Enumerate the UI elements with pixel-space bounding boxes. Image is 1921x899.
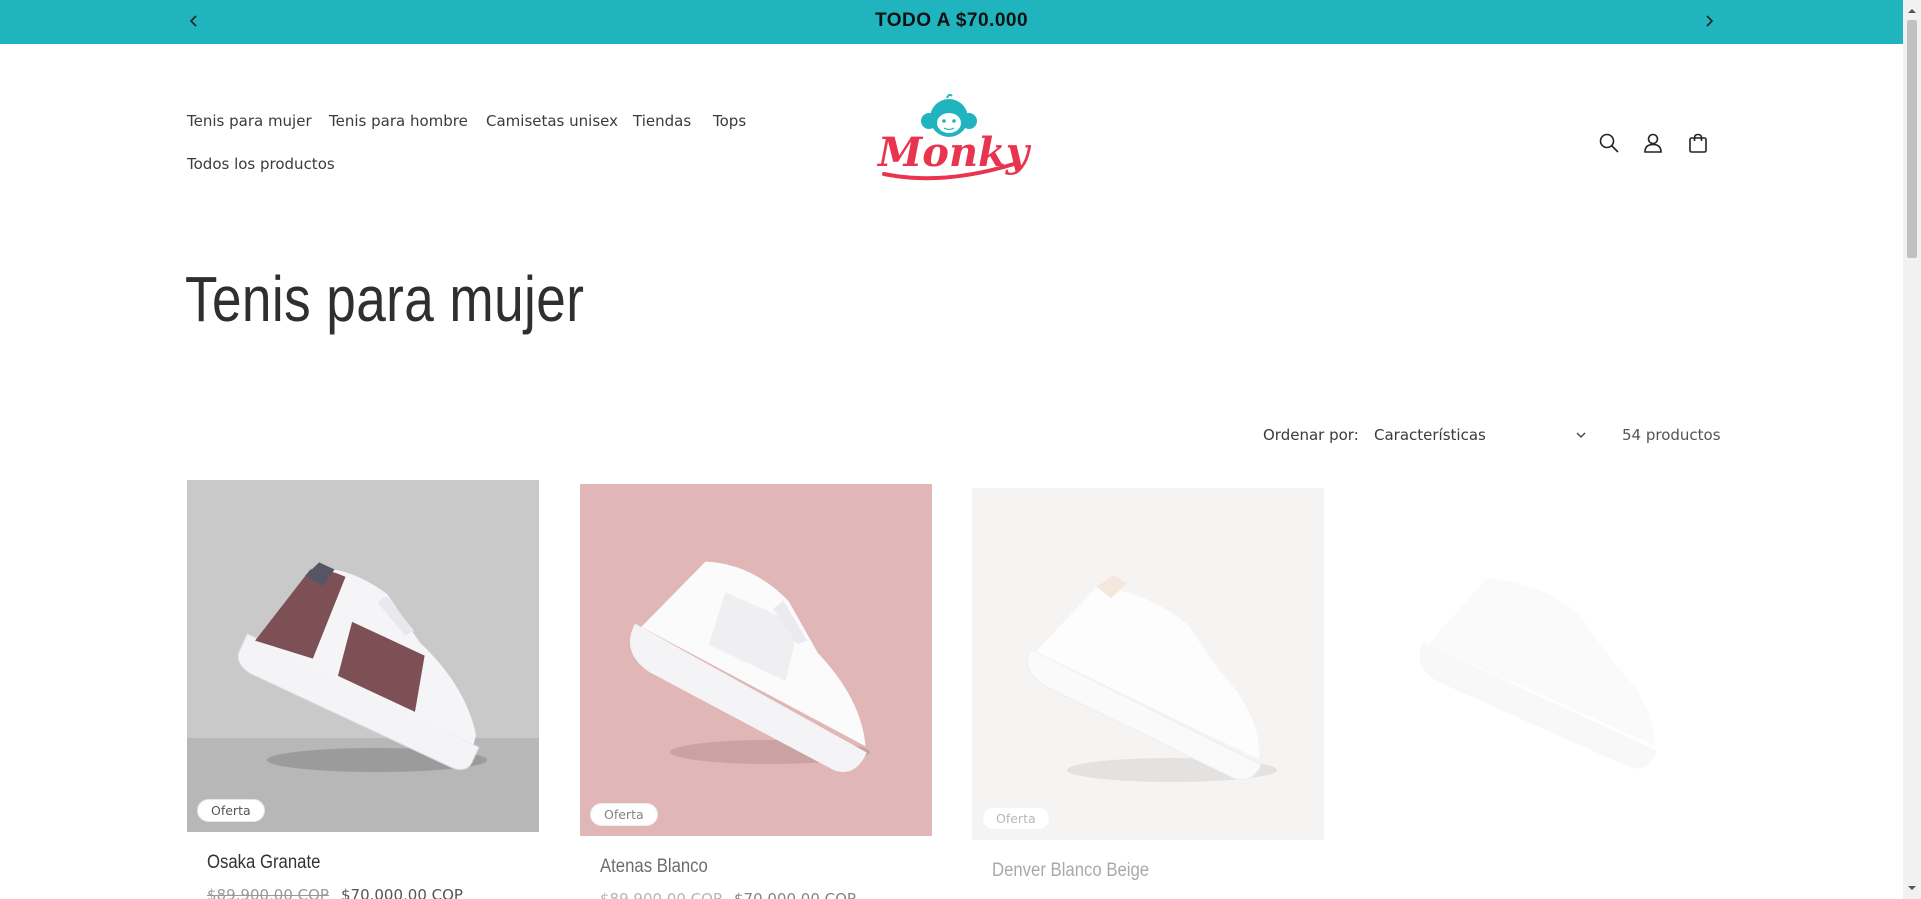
product-old-price: $89.900,00 COP — [207, 886, 329, 899]
product-price: $89.900,00 COP $70.000,00 COP — [207, 886, 463, 899]
announcement-next-button[interactable] — [1697, 9, 1721, 33]
sneaker-image — [972, 488, 1324, 840]
nav-item-camisetas-unisex[interactable]: Camisetas unisex — [486, 112, 618, 130]
product-name[interactable]: Denver Blanco Beige — [992, 860, 1149, 882]
sale-badge: Oferta — [197, 799, 265, 822]
sort-label: Ordenar por: — [1263, 426, 1359, 444]
sneaker-image — [1365, 492, 1717, 844]
scrollbar-thumb[interactable] — [1907, 20, 1917, 258]
product-sale-price: $70.000,00 COP — [340, 886, 463, 899]
product-old-price: $89.900,00 COP — [600, 890, 722, 899]
account-icon — [1644, 133, 1662, 153]
search-icon — [1599, 133, 1619, 153]
page-scrollbar[interactable] — [1903, 0, 1921, 899]
cart-icon — [1689, 133, 1707, 153]
product-count: 54 productos — [1622, 426, 1721, 444]
announcement-text: TODO A $70.000 — [874, 10, 1029, 31]
product-name[interactable]: Atenas Blanco — [600, 856, 708, 878]
sort-value: Características — [1374, 426, 1486, 444]
brand-logo[interactable]: Monky — [872, 92, 1032, 192]
product-image[interactable]: Oferta — [580, 484, 932, 836]
sort-select[interactable]: Características — [1372, 418, 1592, 452]
product-name[interactable]: Osaka Granate — [207, 852, 320, 874]
search-button[interactable] — [1596, 130, 1622, 156]
scroll-down-icon[interactable] — [1907, 883, 1917, 893]
cart-button[interactable] — [1685, 130, 1711, 156]
announcement-bar: TODO A $70.000 — [0, 0, 1903, 44]
nav-item-tops[interactable]: Tops — [713, 112, 746, 130]
product-image[interactable]: Oferta — [972, 488, 1324, 840]
monky-logo-image: Monky — [876, 93, 1032, 181]
product-price: $89.900,00 COP $70.000,00 COP — [600, 890, 856, 899]
product-sale-price: $70.000,00 COP — [733, 890, 856, 899]
sneaker-image — [187, 480, 539, 832]
nav-item-tenis-hombre[interactable]: Tenis para hombre — [329, 112, 468, 130]
sale-badge: Oferta — [982, 807, 1050, 830]
svg-text:Monky: Monky — [876, 129, 1032, 176]
sneaker-image — [580, 484, 932, 836]
nav-item-tiendas[interactable]: Tiendas — [633, 112, 691, 130]
nav-item-todos-productos[interactable]: Todos los productos — [187, 155, 335, 173]
sale-badge: Oferta — [590, 803, 658, 826]
chevron-down-icon — [1576, 432, 1586, 438]
account-button[interactable] — [1640, 130, 1666, 156]
product-image[interactable]: Oferta — [187, 480, 539, 832]
chevron-right-icon — [1706, 15, 1714, 27]
product-image[interactable] — [1365, 492, 1717, 844]
page-title: Tenis para mujer — [185, 263, 585, 335]
nav-item-tenis-mujer[interactable]: Tenis para mujer — [187, 112, 312, 130]
scroll-up-icon[interactable] — [1907, 6, 1917, 16]
